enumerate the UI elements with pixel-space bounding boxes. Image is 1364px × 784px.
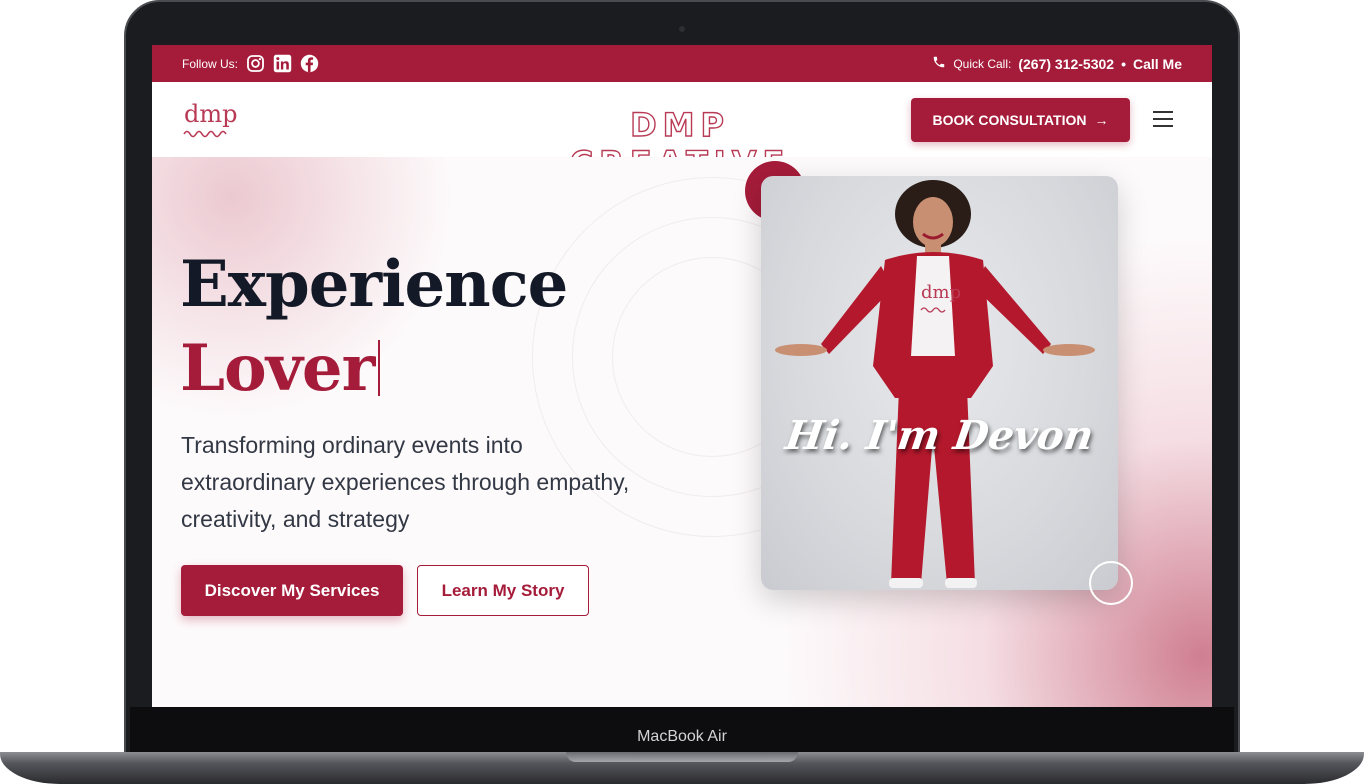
photo-caption: Hi. I'm Devon [782, 412, 1097, 459]
book-consultation-button[interactable]: BOOK CONSULTATION → [911, 98, 1130, 142]
hero-section: Experience Lover Transforming ordinary e… [152, 157, 1212, 707]
top-bar: Follow Us: Quick Call: (267) 312-5302 • … [152, 45, 1212, 82]
separator-dot: • [1121, 55, 1126, 72]
browser-screen: Follow Us: Quick Call: (267) 312-5302 • … [152, 45, 1212, 707]
logo[interactable]: dmp [182, 96, 238, 142]
portrait-illustration: dmp [775, 180, 1095, 588]
device-model-label: MacBook Air [637, 728, 727, 745]
quick-call[interactable]: Quick Call: (267) 312-5302 • Call Me [932, 55, 1182, 72]
decorative-ring [1089, 561, 1133, 605]
hero-description: Transforming ordinary events into extrao… [181, 432, 630, 532]
svg-text:dmp: dmp [921, 282, 961, 303]
quick-call-label: Quick Call: [953, 56, 1012, 71]
discover-services-button[interactable]: Discover My Services [181, 565, 403, 616]
instagram-icon[interactable] [246, 54, 265, 73]
site-header: dmp DMP CREATIVE BOOK CONSULTATION → [152, 82, 1212, 183]
camera-dot [679, 26, 685, 32]
linkedin-icon[interactable] [273, 54, 292, 73]
logo-text: dmp [184, 100, 237, 128]
devon-portrait: dmp Hi. I'm Devon [761, 176, 1118, 590]
headline-primary: Experience [180, 247, 568, 322]
follow-us: Follow Us: [182, 54, 319, 73]
menu-icon[interactable] [1153, 111, 1173, 127]
learn-story-button[interactable]: Learn My Story [417, 565, 589, 616]
headline-rotating-word: Lover [180, 331, 375, 406]
headline-rotating: Lover [180, 331, 381, 406]
book-consultation-label: BOOK CONSULTATION [932, 112, 1087, 128]
arrow-right-icon: → [1094, 112, 1109, 128]
follow-label: Follow Us: [182, 56, 239, 71]
call-me-link[interactable]: Call Me [1133, 56, 1182, 72]
facebook-icon[interactable] [300, 54, 319, 73]
phone-number[interactable]: (267) 312-5302 [1018, 56, 1114, 72]
laptop-notch [566, 752, 798, 762]
phone-icon [932, 55, 946, 72]
typing-cursor [378, 340, 381, 396]
